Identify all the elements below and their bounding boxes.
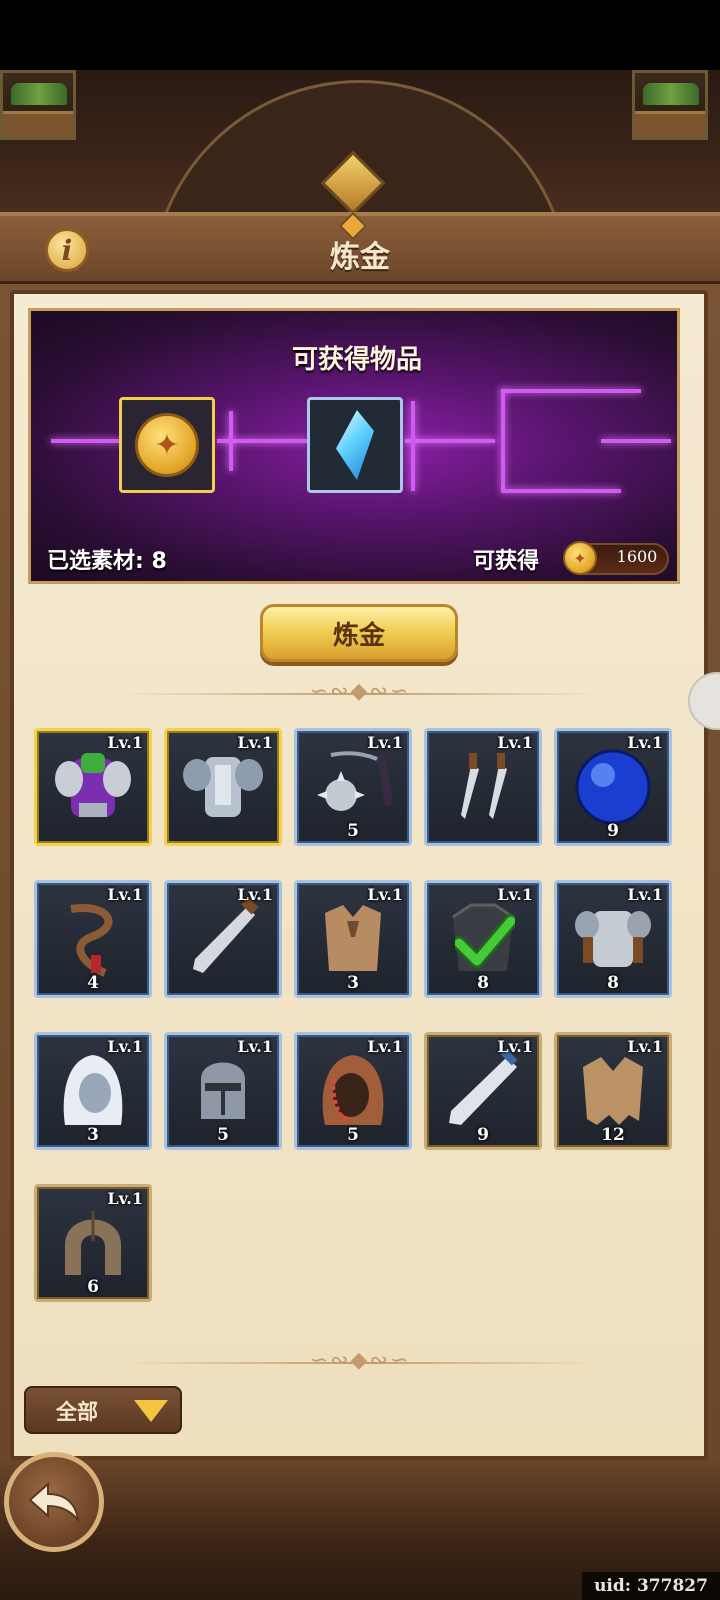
- item-count: 3: [347, 973, 359, 993]
- reward-coin-slot[interactable]: ✦: [119, 397, 215, 493]
- cloth-vest-icon: [311, 897, 395, 981]
- inventory-item[interactable]: Lv.1 5: [164, 1032, 282, 1150]
- dropdown-arrow-icon: [134, 1400, 168, 1422]
- plate-armor-icon: [571, 897, 655, 981]
- item-count: 9: [607, 821, 619, 841]
- item-level: Lv.1: [237, 1037, 273, 1056]
- reward-crystal-slot[interactable]: [307, 397, 403, 493]
- leather-hood-icon: [311, 1049, 395, 1133]
- flail-icon: [311, 745, 395, 829]
- knight-helmet-icon: [181, 1049, 265, 1133]
- obtain-label: 可获得: [473, 549, 540, 574]
- steel-sword-icon: [441, 1048, 525, 1133]
- item-count: 5: [347, 821, 359, 841]
- item-count: 8: [477, 973, 489, 993]
- daggers-icon: [441, 745, 525, 829]
- inventory-item[interactable]: Lv.1 5: [294, 1032, 412, 1150]
- status-bar-area: [0, 0, 720, 70]
- item-level: Lv.1: [237, 733, 273, 752]
- selected-materials-label: 已选素材: 8: [47, 549, 167, 574]
- sword-icon: [181, 897, 265, 981]
- item-count: 9: [477, 1125, 489, 1145]
- right-pillar: [632, 70, 708, 140]
- item-count: 4: [87, 973, 99, 993]
- inventory-item[interactable]: Lv.1 9: [554, 728, 672, 846]
- item-level: Lv.1: [107, 885, 143, 904]
- item-level: Lv.1: [107, 733, 143, 752]
- inventory-item[interactable]: Lv.1: [424, 728, 542, 846]
- alchemy-button[interactable]: 炼金: [260, 604, 458, 662]
- item-level: Lv.1: [497, 733, 533, 752]
- inventory-item[interactable]: Lv.1 5: [294, 728, 412, 846]
- alchemy-button-label: 炼金: [332, 620, 385, 651]
- filter-selected-label: 全部: [56, 1400, 98, 1424]
- purple-armor-icon: [51, 745, 135, 829]
- silver-armor-icon: [181, 745, 265, 829]
- inventory-item[interactable]: Lv.1 6: [34, 1184, 152, 1302]
- page-title: 炼金: [330, 240, 390, 275]
- item-count: 6: [87, 1277, 99, 1297]
- back-button[interactable]: [4, 1452, 104, 1552]
- info-icon: i: [61, 233, 73, 267]
- inventory-item[interactable]: Lv.1 8: [424, 880, 542, 998]
- item-count: 12: [601, 1125, 625, 1145]
- tattered-vest-icon: [571, 1049, 655, 1133]
- inventory-item[interactable]: Lv.1 8: [554, 880, 672, 998]
- divider-ornament: ∽∾◆∾∽: [309, 1348, 411, 1373]
- info-button[interactable]: i: [45, 228, 89, 272]
- item-level: Lv.1: [627, 885, 663, 904]
- item-level: Lv.1: [497, 885, 533, 904]
- uid-label: uid: 377827: [582, 1572, 720, 1600]
- item-level: Lv.1: [367, 885, 403, 904]
- white-hood-icon: [51, 1049, 135, 1133]
- coin-icon: ✦: [563, 541, 597, 575]
- item-level: Lv.1: [627, 1037, 663, 1056]
- rope-whip-icon: [51, 897, 135, 981]
- inventory-item[interactable]: Lv.1 12: [554, 1032, 672, 1150]
- left-pillar: [0, 70, 76, 140]
- inventory-item[interactable]: Lv.1 3: [294, 880, 412, 998]
- divider-ornament: ∽∾◆∾∽: [309, 679, 411, 704]
- coin-icon: ✦: [135, 413, 199, 477]
- item-level: Lv.1: [627, 733, 663, 752]
- inventory-item[interactable]: Lv.1 9: [424, 1032, 542, 1150]
- item-count: 8: [607, 973, 619, 993]
- item-level: Lv.1: [497, 1037, 533, 1056]
- item-level: Lv.1: [107, 1189, 143, 1208]
- item-level: Lv.1: [237, 885, 273, 904]
- checkmark-icon: [452, 913, 518, 969]
- reward-banner: 可获得物品 ✦ 已选素材: 8 可获得 ✦ 1600: [28, 308, 680, 584]
- item-count: 5: [217, 1125, 229, 1145]
- cloth-helmet-icon: [51, 1201, 135, 1285]
- back-arrow-icon: [28, 1481, 80, 1524]
- inventory-item[interactable]: Lv.1: [164, 728, 282, 846]
- inventory-item[interactable]: Lv.1 3: [34, 1032, 152, 1150]
- banner-title: 可获得物品: [291, 345, 422, 375]
- inventory-item[interactable]: Lv.1: [34, 728, 152, 846]
- inventory-item[interactable]: Lv.1: [164, 880, 282, 998]
- crystal-icon: [336, 410, 374, 480]
- item-count: 3: [87, 1125, 99, 1145]
- item-count: 5: [347, 1125, 359, 1145]
- item-level: Lv.1: [367, 733, 403, 752]
- item-level: Lv.1: [107, 1037, 143, 1056]
- item-level: Lv.1: [367, 1037, 403, 1056]
- obtain-value: 1600: [616, 547, 658, 566]
- inventory-item[interactable]: Lv.1 4: [34, 880, 152, 998]
- blue-orb-icon: [571, 745, 655, 829]
